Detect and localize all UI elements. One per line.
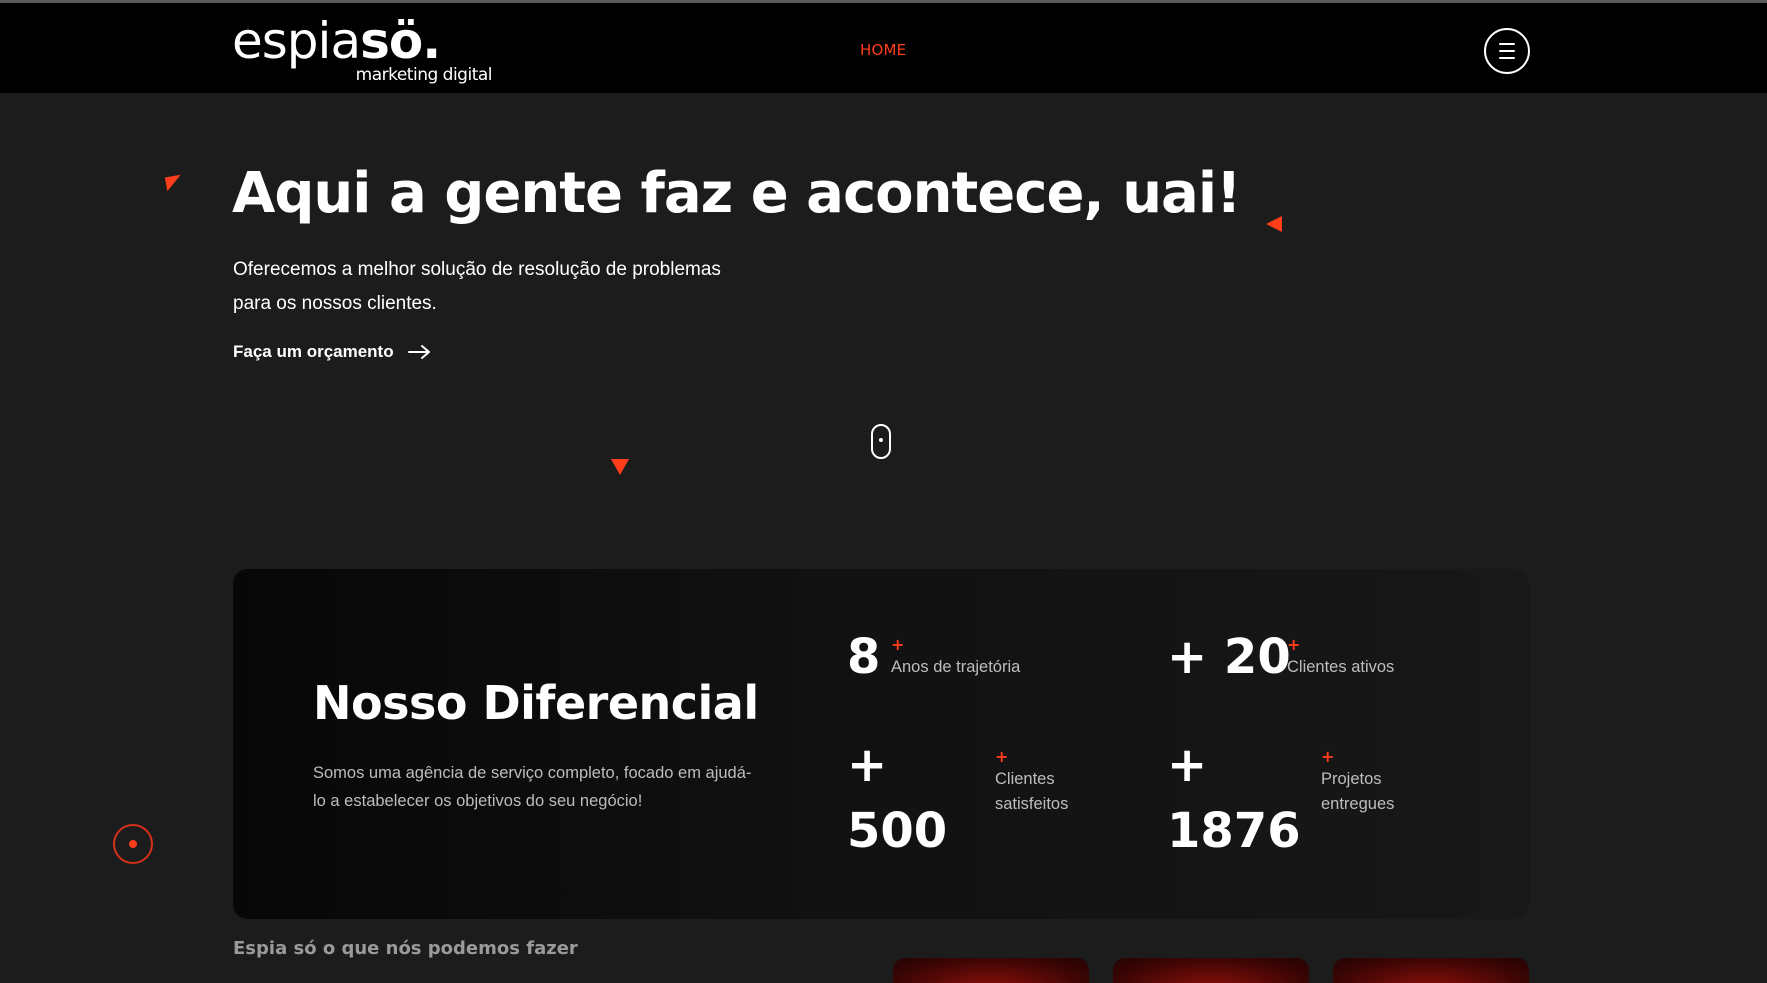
stat-plus-icon: + [1321, 747, 1335, 766]
stat-label: Anos de trajetória [891, 658, 1021, 676]
stat-active-clients: + 20 + Clientes ativos [1167, 629, 1467, 709]
stat-plus-icon: + [891, 635, 905, 654]
arrow-right-icon [407, 345, 430, 359]
hero-title: Aqui a gente faz e acontece, uai! [232, 161, 1242, 226]
hero-subtitle: Oferecemos a melhor solução de resolução… [233, 259, 721, 314]
decorative-triangle-icon [164, 174, 184, 192]
stat-value-prefix: + [847, 737, 888, 793]
stat-value: 8 [847, 629, 881, 685]
stat-label: Projetos entregues [1321, 770, 1395, 813]
logo-wordmark: espiasö. [232, 12, 441, 70]
stat-value: 500 [847, 803, 948, 859]
brand-logo[interactable]: espiasö. marketing digital [232, 12, 493, 88]
stat-value: 1876 [1167, 803, 1301, 859]
site-header: espiasö. marketing digital HOME [0, 3, 1767, 93]
mouse-scroll-icon[interactable] [871, 424, 891, 459]
stat-plus-icon: + [1287, 635, 1301, 654]
hamburger-menu-icon[interactable] [1484, 28, 1530, 74]
service-card[interactable] [1333, 958, 1529, 983]
stat-satisfied-clients: + 500 + Clientes satisfeitos [847, 737, 1147, 877]
stat-plus-icon: + [995, 747, 1009, 766]
stat-label: Clientes ativos [1287, 658, 1395, 676]
stat-delivered-projects: + 1876 + Projetos entregues [1167, 737, 1467, 877]
cta-label: Faça um orçamento [233, 342, 394, 361]
nav-link-home[interactable]: HOME [860, 41, 906, 59]
differential-card: Nosso Diferencial Somos uma agência de s… [233, 569, 1529, 919]
logo-tagline: marketing digital [355, 65, 493, 85]
service-card[interactable] [893, 958, 1089, 983]
stat-value-prefix: + [1167, 737, 1208, 793]
decorative-triangle-icon [611, 459, 629, 475]
differential-description: Somos uma agência de serviço completo, f… [313, 764, 752, 810]
decorative-triangle-icon [1266, 216, 1282, 232]
stat-years: 8 + Anos de trajetória [847, 629, 1147, 709]
services-subtitle: Espia só o que nós podemos fazer [233, 938, 578, 959]
service-card[interactable] [1113, 958, 1309, 983]
stat-value: + 20 [1167, 629, 1291, 685]
request-quote-link[interactable]: Faça um orçamento [233, 342, 432, 362]
target-circle-icon[interactable] [113, 824, 153, 864]
stat-label: Clientes satisfeitos [995, 770, 1069, 813]
differential-title: Nosso Diferencial [313, 676, 759, 730]
